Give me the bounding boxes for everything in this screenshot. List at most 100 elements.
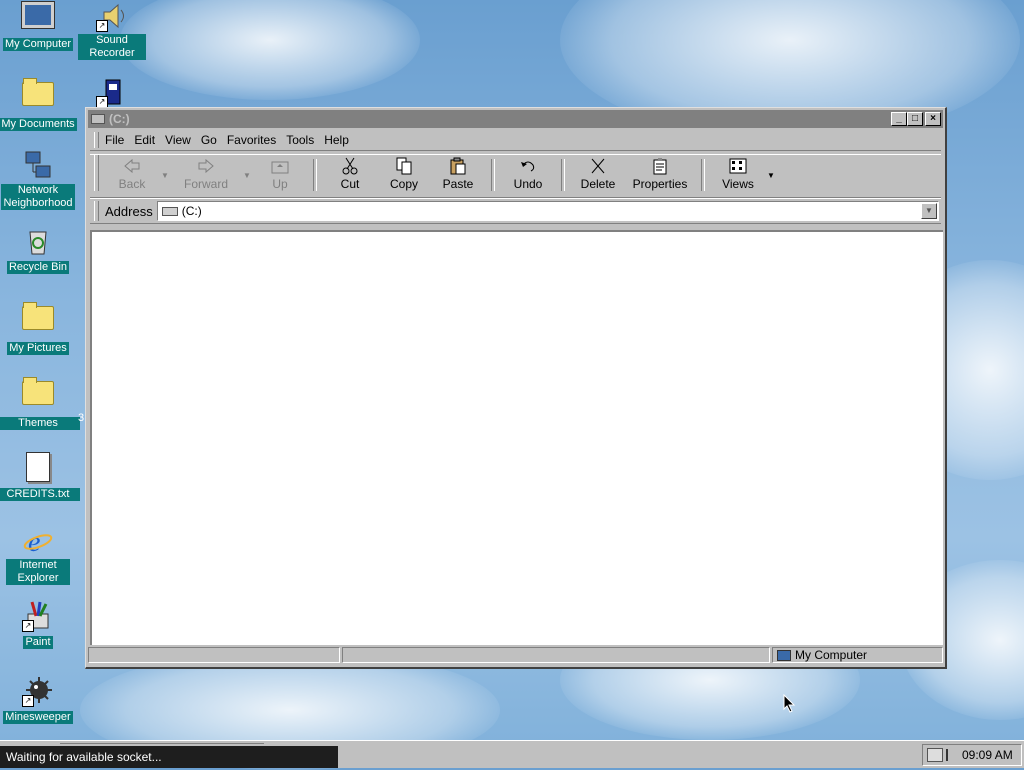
- menu-bar: File Edit View Go Favorites Tools Help: [90, 130, 941, 151]
- clock[interactable]: 09:09 AM: [962, 748, 1013, 762]
- menu-go[interactable]: Go: [201, 133, 217, 147]
- scissors-icon: [342, 157, 358, 175]
- menu-file[interactable]: File: [105, 133, 124, 147]
- desktop-icon-shortcut[interactable]: ↗: [70, 76, 154, 110]
- status-pane-1: [88, 647, 340, 663]
- desktop-icon-label: Paint: [23, 636, 53, 649]
- desktop-icon-minesweeper[interactable]: ↗ Minesweeper: [0, 675, 80, 724]
- properties-icon: [653, 158, 667, 175]
- mouse-cursor-icon: [783, 694, 796, 713]
- address-bar: Address (C:) ▼: [90, 198, 941, 224]
- app-shortcut-icon: ↗: [96, 76, 128, 108]
- menu-help[interactable]: Help: [324, 133, 349, 147]
- explorer-window[interactable]: (C:) _ □ × File Edit View Go Favorites T…: [85, 107, 947, 669]
- copy-button[interactable]: Copy: [377, 155, 431, 195]
- minimize-button[interactable]: _: [891, 112, 907, 126]
- folder-icon: [22, 377, 54, 413]
- address-grip: [94, 201, 99, 221]
- menu-tools[interactable]: Tools: [286, 133, 314, 147]
- delete-x-icon: [591, 158, 605, 174]
- desktop-icon-sound-recorder[interactable]: ↗ Sound Recorder: [70, 0, 154, 60]
- folder-icon: [22, 78, 54, 114]
- file-view-pane[interactable]: [90, 230, 943, 645]
- desktop-icon-label: My Computer: [2, 38, 74, 51]
- maximize-button[interactable]: □: [907, 112, 923, 126]
- forward-arrow-icon: [198, 158, 214, 174]
- desktop-icon-my-pictures[interactable]: My Pictures: [0, 300, 80, 355]
- forward-button[interactable]: Forward: [171, 155, 241, 195]
- computer-icon: [777, 649, 791, 661]
- desktop-icon-themes[interactable]: Themes: [0, 375, 80, 430]
- views-dropdown[interactable]: ▼: [765, 155, 777, 195]
- desktop-icon-network-neighborhood[interactable]: Network Neighborhood: [0, 150, 80, 210]
- desktop-icon-label: My Pictures: [7, 342, 69, 355]
- status-pane-location: My Computer: [772, 647, 943, 663]
- network-status-icon[interactable]: [927, 748, 943, 762]
- menu-favorites[interactable]: Favorites: [227, 133, 276, 147]
- desktop-icon-label: Minesweeper: [3, 711, 73, 724]
- desktop-icon-my-computer[interactable]: My Computer: [0, 0, 80, 51]
- system-tray: 09:09 AM: [922, 744, 1022, 766]
- views-icon: [729, 158, 747, 174]
- close-button[interactable]: ×: [925, 112, 941, 126]
- delete-button[interactable]: Delete: [571, 155, 625, 195]
- drive-icon: [91, 114, 105, 124]
- paste-button[interactable]: Paste: [431, 155, 485, 195]
- back-arrow-icon: [124, 158, 140, 174]
- volume-icon[interactable]: [946, 749, 956, 761]
- clipboard-icon: [450, 157, 466, 175]
- network-icon: [22, 150, 54, 182]
- themes-suffix: 3: [78, 412, 85, 424]
- desktop-icon-label: Themes: [0, 417, 80, 430]
- undo-button[interactable]: Undo: [501, 155, 555, 195]
- desktop-icon-label: My Documents: [0, 118, 77, 131]
- address-value: (C:): [181, 204, 202, 218]
- drive-icon: [161, 206, 178, 216]
- speaker-icon: ↗: [96, 0, 128, 32]
- address-label: Address: [105, 203, 153, 219]
- desktop-icon-label: Sound Recorder: [78, 34, 146, 60]
- desktop-icon-label: CREDITS.txt: [0, 488, 80, 501]
- desktop-icon-paint[interactable]: ↗ Paint: [0, 600, 80, 649]
- desktop-icon-internet-explorer[interactable]: e Internet Explorer: [0, 525, 80, 585]
- desktop-icon-my-documents[interactable]: My Documents: [0, 76, 80, 131]
- views-button[interactable]: Views: [711, 155, 765, 195]
- properties-button[interactable]: Properties: [625, 155, 695, 195]
- menu-grip: [94, 132, 99, 148]
- computer-icon: [21, 1, 55, 34]
- toolbar-separator: [561, 159, 565, 191]
- toolbar-separator: [491, 159, 495, 191]
- cut-button[interactable]: Cut: [323, 155, 377, 195]
- back-dropdown[interactable]: ▼: [159, 155, 171, 195]
- forward-dropdown[interactable]: ▼: [241, 155, 253, 195]
- svg-text:e: e: [28, 527, 40, 557]
- tooltip-text: Waiting for available socket...: [6, 750, 162, 764]
- toolbar-grip: [94, 155, 99, 191]
- menu-view[interactable]: View: [165, 133, 191, 147]
- window-title: (C:): [109, 112, 130, 126]
- address-dropdown-button[interactable]: ▼: [921, 203, 937, 219]
- status-pane-2: [342, 647, 770, 663]
- up-folder-icon: [271, 161, 289, 174]
- desktop-icon-label: Network Neighborhood: [1, 184, 75, 210]
- internet-explorer-icon: e: [22, 525, 54, 558]
- paint-icon: ↗: [22, 600, 54, 632]
- text-file-icon: [22, 452, 54, 484]
- status-bar: My Computer: [88, 647, 943, 665]
- back-button[interactable]: Back: [105, 155, 159, 195]
- folder-icon: [22, 302, 54, 338]
- menu-edit[interactable]: Edit: [134, 133, 155, 147]
- standard-toolbar: Back ▼ Forward ▼ Up Cut Copy Paste Undo: [90, 154, 941, 198]
- up-button[interactable]: Up: [253, 155, 307, 195]
- desktop-icon-recycle-bin[interactable]: Recycle Bin: [0, 225, 80, 274]
- status-location: My Computer: [795, 648, 868, 662]
- desktop-icon-label: Recycle Bin: [6, 261, 70, 274]
- mine-icon: ↗: [22, 675, 54, 707]
- address-input[interactable]: (C:) ▼: [156, 201, 939, 221]
- title-bar[interactable]: (C:) _ □ ×: [88, 110, 943, 128]
- recycle-bin-icon: [22, 225, 54, 257]
- desktop-icon-label: Internet Explorer: [6, 559, 70, 585]
- desktop-icon-credits[interactable]: CREDITS.txt: [0, 450, 80, 501]
- taskbar: Waiting for available socket... 09:09 AM: [0, 740, 1024, 768]
- toolbar-separator: [701, 159, 705, 191]
